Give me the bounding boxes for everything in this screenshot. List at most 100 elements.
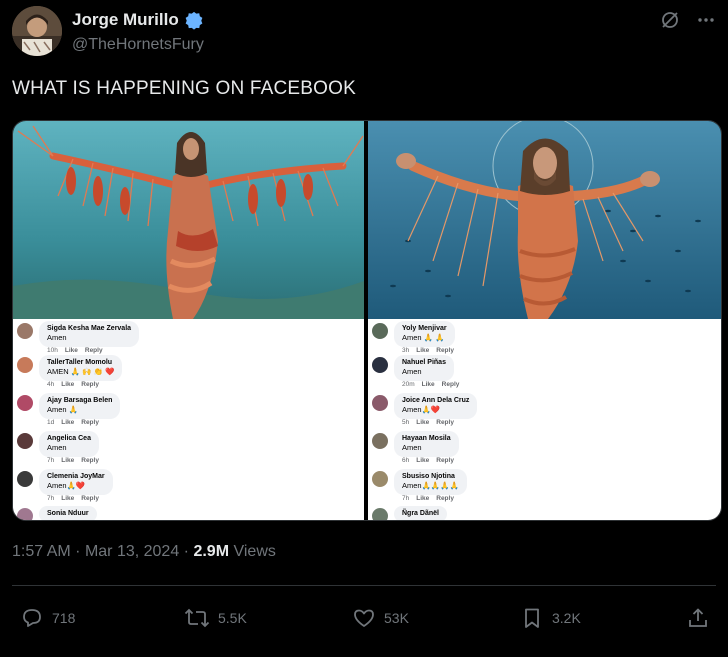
comment-reply: Reply [436, 457, 454, 464]
comment-like: Like [61, 495, 75, 502]
comment-time: 20m [402, 381, 415, 388]
views-count: 2.9M [193, 543, 230, 560]
tweet-date[interactable]: Mar 13, 2024 [85, 543, 179, 560]
author-handle[interactable]: @TheHornetsFury [72, 36, 204, 54]
avatar[interactable] [12, 6, 62, 56]
comment-bubble: Joice Ann Dela Cruz Amen🙏❤️ [394, 393, 478, 419]
tweet-meta: 1:57 AM · Mar 13, 2024 · 2.9M Views [12, 543, 276, 561]
commenter-name: TallerTaller Momolu [47, 359, 113, 366]
commenter-name: Ñgra Dãnël [402, 510, 439, 517]
meta-separator: · [75, 543, 81, 560]
comment-text: Amen🙏❤️ [47, 481, 86, 490]
comment-text: AMEN 🙏 🙌 👏 ❤️ [47, 367, 115, 376]
author-display-name[interactable]: Jorge Murillo [72, 10, 179, 30]
bookmark-icon [525, 608, 539, 628]
comment-text: Amen [47, 333, 67, 342]
commenter-name: Joice Ann Dela Cruz [402, 397, 470, 404]
comment-bubble: Clemenia JoyMar Amen🙏❤️ [39, 469, 113, 495]
views-label: Views [233, 543, 276, 560]
share-icon [689, 608, 707, 627]
repost-count: 5.5K [218, 610, 247, 626]
share-button[interactable] [686, 600, 710, 636]
author-names: Jorge Murillo @TheHornetsFury [72, 10, 204, 54]
commenter-name: Sbusiso Njotina [402, 473, 455, 480]
comment-meta: 10h Like Reply [47, 347, 110, 354]
comment-like: Like [416, 495, 430, 502]
comment-meta: 5h Like Reply [402, 419, 461, 426]
more-icon[interactable] [696, 10, 716, 30]
comments-screenshot-right: Yoly Menjivar Amen 🙏 🙏 3h Like Reply Nahue… [368, 319, 721, 520]
reply-icon [23, 609, 41, 627]
comment-bubble: Nahuel Piñas Amen [394, 355, 454, 381]
comment-reply: Reply [84, 347, 103, 354]
shrimp-statue-photo-right [368, 121, 721, 319]
commenter-name: Nahuel Piñas [402, 359, 446, 366]
tweet-time[interactable]: 1:57 AM [12, 543, 71, 560]
commenter-avatar [17, 471, 33, 487]
comment-like: Like [416, 457, 430, 464]
grok-icon[interactable] [660, 10, 680, 30]
comment-meta: 7h Like Reply [47, 495, 106, 502]
comment-like: Like [61, 419, 75, 426]
bookmark-count: 3.2K [552, 610, 581, 626]
comment-reply: Reply [436, 495, 454, 502]
tweet-header: Jorge Murillo @TheHornetsFury [12, 6, 716, 62]
comment-like: Like [416, 347, 430, 354]
comment-meta: 7h Like Reply [47, 457, 106, 464]
commenter-avatar [17, 323, 33, 339]
reply-button[interactable]: 718 [20, 600, 75, 636]
comment-bubble: TallerTaller Momolu AMEN 🙏 🙌 👏 ❤️ [39, 355, 123, 381]
comment-time: 10h [47, 347, 58, 354]
author-display-name-row[interactable]: Jorge Murillo [72, 10, 204, 30]
comment-time: 7h [47, 495, 55, 502]
verified-badge-icon [185, 11, 203, 30]
comment-bubble: Sonia Nduur [39, 506, 97, 520]
comment-reply: Reply [81, 495, 99, 502]
commenter-avatar [372, 357, 388, 373]
comment-time: 7h [47, 457, 55, 464]
commenter-name: Sonia Nduur [47, 510, 89, 517]
comment-bubble: Hayaan Mosila Amen [394, 431, 459, 457]
media-image-right[interactable]: Yoly Menjivar Amen 🙏 🙏 3h Like Reply Nahue… [368, 121, 721, 520]
comment-meta: 3h Like Reply [402, 347, 461, 354]
comment-meta: 6h Like Reply [402, 457, 461, 464]
comment-time: 3h [402, 347, 410, 354]
comments-screenshot-left: Sigda Kesha Mae Zervala Amen 10h Like Repl… [13, 319, 364, 520]
comment-bubble: Ñgra Dãnël [394, 506, 447, 520]
comment-time: 6h [402, 457, 410, 464]
commenter-name: Ajay Barsaga Belen [47, 397, 113, 404]
tweet-media[interactable]: Sigda Kesha Mae Zervala Amen 10h Like Repl… [12, 120, 722, 521]
comment-bubble: Sbusiso Njotina Amen🙏🙏🙏🙏 [394, 469, 467, 495]
commenter-name: Angelica Cea [47, 435, 91, 442]
comment-bubble: Ajay Barsaga Belen Amen 🙏 [39, 393, 121, 419]
comment-meta: 1d Like Reply [47, 419, 106, 426]
comment-bubble: Yoly Menjivar Amen 🙏 🙏 [394, 321, 455, 347]
commenter-avatar [372, 395, 388, 411]
top-actions [660, 10, 716, 30]
media-image-left[interactable]: Sigda Kesha Mae Zervala Amen 10h Like Repl… [13, 121, 364, 520]
comment-like: Like [416, 419, 430, 426]
comment-text: Amen 🙏 🙏 [402, 333, 445, 342]
comment-time: 4h [47, 381, 55, 388]
comment-bubble: Angelica Cea Amen [39, 431, 99, 457]
comment-reply: Reply [81, 457, 99, 464]
commenter-avatar [372, 471, 388, 487]
like-count: 53K [384, 610, 409, 626]
repost-button[interactable]: 5.5K [184, 600, 247, 636]
comment-reply: Reply [436, 419, 454, 426]
comment-text: Amen [402, 443, 422, 452]
comment-time: 5h [402, 419, 410, 426]
comment-reply: Reply [81, 419, 99, 426]
comment-text: Amen [47, 443, 67, 452]
shrimp-statue-photo-left [13, 121, 364, 319]
comment-text: Amen🙏❤️ [402, 405, 441, 414]
comment-meta: 20m Like Reply [402, 381, 466, 388]
commenter-name: Sigda Kesha Mae Zervala [47, 325, 132, 332]
like-button[interactable]: 53K [352, 600, 409, 636]
comment-text: Amen [402, 367, 422, 376]
reply-count: 718 [52, 610, 76, 626]
commenter-avatar [372, 323, 388, 339]
comment-text: Amen🙏🙏🙏🙏 [402, 481, 459, 490]
bookmark-button[interactable]: 3.2K [520, 600, 581, 636]
repost-icon [184, 608, 210, 628]
